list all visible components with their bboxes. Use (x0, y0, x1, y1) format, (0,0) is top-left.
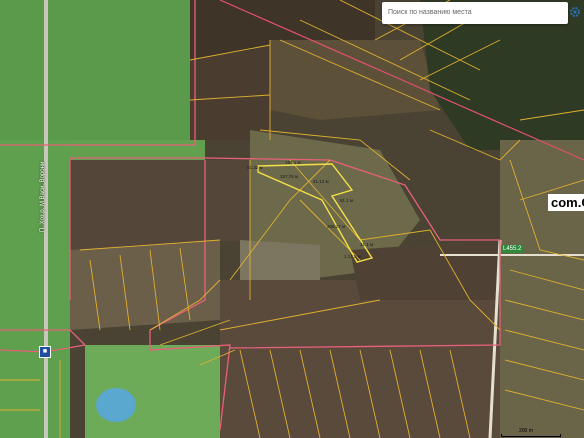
bus-stop-icon[interactable]: ■ (39, 346, 51, 358)
green-zone-left (0, 0, 195, 140)
measurement-label-1: 157.1 м (285, 160, 301, 165)
scale-bar (501, 434, 561, 437)
field-left (70, 160, 250, 250)
road-number-badge: L455.2 (501, 245, 524, 253)
satellite-map[interactable]: 157.1 м 51.32 м 157.76 м 41.12 м 51.1 м … (0, 0, 584, 438)
gear-icon[interactable] (569, 6, 581, 18)
measurement-label-8: 1.17.5 м (344, 254, 361, 259)
measurement-label-2: 51.32 м (247, 165, 263, 170)
place-search-input[interactable]: Поиск по названию места (382, 2, 568, 24)
green-zone-lower-left (0, 140, 70, 438)
measurement-label-7: 31.1 м (360, 242, 373, 247)
measurement-label-4: 41.12 м (313, 179, 329, 184)
measurement-label-5: 51.1 м (340, 198, 353, 203)
village-area (500, 140, 584, 438)
lake (96, 388, 136, 422)
measurement-label-3: 157.76 м (280, 174, 298, 179)
street-name-label: П. Хоз.р. М Васи. Ворони (40, 161, 46, 232)
place-name-label: com.C (548, 194, 584, 211)
measurement-label-6: 205.27 м (327, 224, 345, 229)
